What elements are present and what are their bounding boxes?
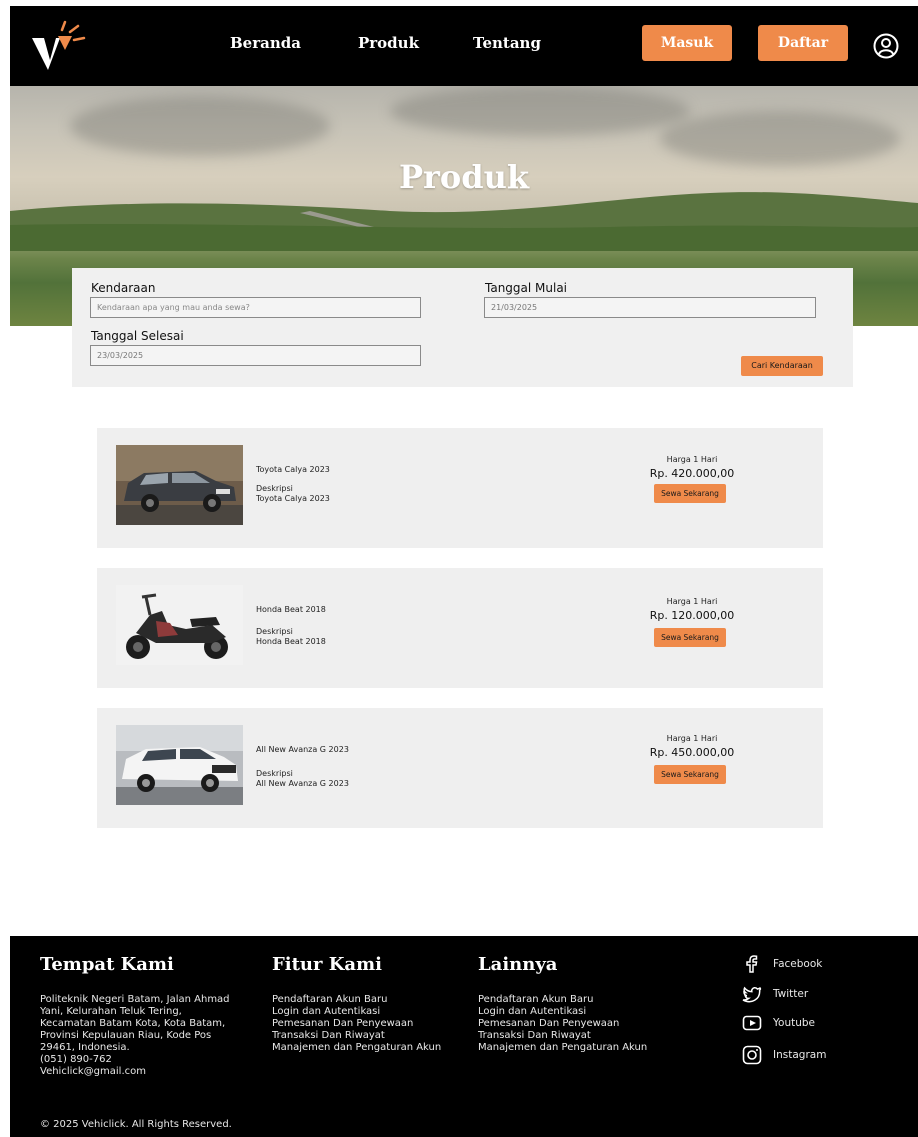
- end-date-input[interactable]: 23/03/2025: [90, 345, 421, 366]
- vehiclick-logo[interactable]: [28, 20, 90, 76]
- product-description-label: Deskripsi: [256, 769, 293, 778]
- product-card: All New Avanza G 2023 Deskripsi All New …: [97, 708, 823, 828]
- product-card: Honda Beat 2018 Deskripsi Honda Beat 201…: [97, 568, 823, 688]
- product-image-honda-beat: [116, 585, 243, 665]
- footer-other-title: Lainnya: [478, 954, 558, 975]
- footer-other-link[interactable]: Login dan Autentikasi: [478, 1006, 647, 1018]
- footer-address-line: Yani, Kelurahan Teluk Tering,: [40, 1006, 182, 1017]
- product-description-label: Deskripsi: [256, 627, 293, 636]
- price-label: Harga 1 Hari: [666, 597, 718, 606]
- product-price: Rp. 120.000,00: [649, 609, 735, 622]
- top-navbar: Beranda Produk Tentang Masuk Daftar: [10, 6, 918, 86]
- product-card: Toyota Calya 2023 Deskripsi Toyota Calya…: [97, 428, 823, 548]
- nav-link-tentang[interactable]: Tentang: [473, 34, 541, 52]
- register-button[interactable]: Daftar: [758, 25, 848, 61]
- vehicle-search-input[interactable]: Kendaraan apa yang mau anda sewa?: [90, 297, 421, 318]
- footer-feature-link[interactable]: Login dan Autentikasi: [272, 1006, 441, 1018]
- search-vehicle-button[interactable]: Cari Kendaraan: [741, 356, 823, 376]
- product-price: Rp. 420.000,00: [649, 467, 735, 480]
- rent-now-button[interactable]: Sewa Sekarang: [654, 765, 726, 784]
- twitter-icon: [742, 986, 762, 1003]
- footer-email[interactable]: Vehiclick@gmail.com: [40, 1066, 230, 1078]
- user-profile-icon[interactable]: [873, 33, 899, 59]
- copyright-text: © 2025 Vehiclick. All Rights Reserved.: [40, 1119, 232, 1130]
- footer-other-link[interactable]: Pendaftaran Akun Baru: [478, 994, 647, 1006]
- footer-phone: (051) 890-762: [40, 1054, 112, 1065]
- product-image-toyota-calya: [116, 445, 243, 525]
- product-description: All New Avanza G 2023: [256, 779, 349, 788]
- facebook-icon: [746, 955, 758, 973]
- footer-feature-link[interactable]: Pendaftaran Akun Baru: [272, 994, 441, 1006]
- product-name: All New Avanza G 2023: [256, 745, 349, 754]
- end-date-label: Tanggal Selesai: [91, 329, 184, 343]
- nav-link-beranda[interactable]: Beranda: [230, 34, 301, 52]
- product-price: Rp. 450.000,00: [649, 746, 735, 759]
- product-image-avanza: [116, 725, 243, 805]
- price-label: Harga 1 Hari: [666, 455, 718, 464]
- footer-address: Politeknik Negeri Batam, Jalan Ahmad Yan…: [40, 994, 230, 1078]
- footer-other-link[interactable]: Pemesanan Dan Penyewaan: [478, 1018, 647, 1030]
- youtube-icon: [742, 1015, 762, 1031]
- footer-feature-link[interactable]: Transaksi Dan Riwayat: [272, 1030, 441, 1042]
- nav-link-produk[interactable]: Produk: [358, 34, 419, 52]
- footer-address-line: Politeknik Negeri Batam, Jalan Ahmad: [40, 994, 230, 1005]
- start-date-label: Tanggal Mulai: [485, 281, 568, 295]
- price-label: Harga 1 Hari: [666, 734, 718, 743]
- footer-feature-link[interactable]: Manajemen dan Pengaturan Akun: [272, 1042, 441, 1054]
- footer-other-list: Pendaftaran Akun Baru Login dan Autentik…: [478, 994, 647, 1054]
- footer-address-line: 29461, Indonesia.: [40, 1042, 130, 1053]
- footer-address-line: Kecamatan Batam Kota, Kota Batam,: [40, 1018, 226, 1029]
- product-name: Toyota Calya 2023: [256, 465, 330, 474]
- instagram-icon: [742, 1045, 762, 1065]
- site-footer: Tempat Kami Politeknik Negeri Batam, Jal…: [10, 936, 918, 1137]
- social-label-youtube: Youtube: [773, 1017, 815, 1029]
- footer-address-line: Provinsi Kepulauan Riau, Kode Pos: [40, 1030, 212, 1041]
- footer-features-list: Pendaftaran Akun Baru Login dan Autentik…: [272, 994, 441, 1054]
- vehicle-field-label: Kendaraan: [91, 281, 156, 295]
- product-description: Toyota Calya 2023: [256, 494, 330, 503]
- start-date-input[interactable]: 21/03/2025: [484, 297, 816, 318]
- social-label-twitter: Twitter: [773, 988, 809, 1000]
- product-description: Honda Beat 2018: [256, 637, 326, 646]
- footer-features-title: Fitur Kami: [272, 954, 382, 975]
- page-title: Produk: [398, 158, 530, 196]
- rent-now-button[interactable]: Sewa Sekarang: [654, 484, 726, 503]
- footer-location-title: Tempat Kami: [40, 954, 174, 975]
- search-panel: Kendaraan Kendaraan apa yang mau anda se…: [72, 268, 853, 387]
- rent-now-button[interactable]: Sewa Sekarang: [654, 628, 726, 647]
- social-label-facebook: Facebook: [773, 958, 823, 970]
- footer-other-link[interactable]: Transaksi Dan Riwayat: [478, 1030, 647, 1042]
- product-name: Honda Beat 2018: [256, 605, 326, 614]
- social-label-instagram: Instagram: [773, 1049, 827, 1061]
- footer-feature-link[interactable]: Pemesanan Dan Penyewaan: [272, 1018, 441, 1030]
- product-description-label: Deskripsi: [256, 484, 293, 493]
- login-button[interactable]: Masuk: [642, 25, 732, 61]
- footer-other-link[interactable]: Manajemen dan Pengaturan Akun: [478, 1042, 647, 1054]
